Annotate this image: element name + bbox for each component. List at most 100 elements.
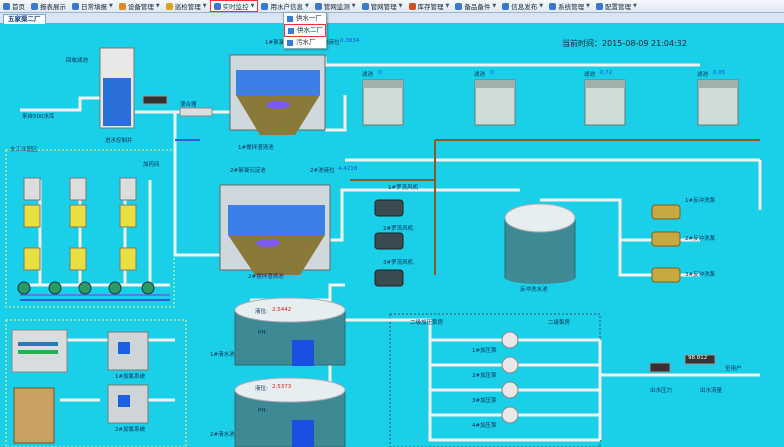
menu-bar: 首页 报表展示 日常填报 ▼ 设备管理 ▼ 巡检管理 ▼ 实时监控 ▼ 用水户信息 ▼ 管网监测 ▼ 管网管… [0, 0, 784, 13]
settling-tank-2 [219, 184, 331, 275]
tank2-level-value: 2.5373 [272, 384, 292, 390]
tank2-level-label: 液位: [255, 386, 268, 392]
chevron-down-icon: ▼ [445, 3, 450, 9]
backwash-pool-label: 反冲洗水池 [520, 287, 548, 293]
dosing-label: 去工业园区 [10, 147, 38, 153]
pressure-meter [649, 362, 671, 373]
menu-label: 信息发布 [511, 3, 538, 11]
tab-plant-2[interactable]: 五家渠二厂 [3, 14, 46, 24]
menu-label: 管网管理 [370, 3, 397, 11]
flow-meter-display [142, 95, 168, 105]
menu-icon [118, 2, 126, 10]
pump2-label: 2#加压泵 [472, 373, 497, 379]
menu-label: 巡检管理 [174, 3, 201, 11]
menu-label: 首页 [12, 3, 25, 11]
menu-item-5[interactable]: 实时监控 ▼ [209, 0, 259, 12]
process-diagram [5, 47, 762, 447]
menu-icon [31, 2, 38, 10]
menu-icon [549, 2, 557, 10]
chevron-down-icon: ▼ [109, 3, 113, 9]
blower1-label: 1#罗茨风机 [388, 185, 419, 191]
filters [362, 79, 739, 126]
menu-item-12[interactable]: 系统管理 ▼ [546, 0, 593, 12]
menu-icon [502, 2, 510, 10]
dropdown-item-0[interactable]: 供水一厂 [284, 13, 326, 24]
chevron-down-icon: ▼ [398, 3, 403, 9]
chevron-down-icon: ▼ [539, 3, 544, 9]
page-icon [288, 27, 294, 34]
chevron-down-icon: ▼ [586, 3, 590, 9]
menu-icon [595, 2, 603, 10]
chevron-down-icon: ▼ [304, 3, 309, 9]
menu-item-7[interactable]: 管网监测 ▼ [312, 0, 359, 12]
menu-label: 库存管理 [417, 3, 444, 11]
tank1-ph-label: PH: [258, 330, 268, 336]
intake-label: 来自500水库 [22, 114, 55, 120]
menu-item-10[interactable]: 备品备件 ▼ [452, 0, 499, 12]
settle2-level-label: 2#池液位 [310, 168, 335, 174]
menu-item-8[interactable]: 管网管理 ▼ [359, 0, 406, 12]
current-time: 当前时间：2015-08-09 21:04:32 [562, 39, 687, 48]
menu-label: 实时监控 [222, 3, 249, 11]
menu-item-4[interactable]: 巡检管理 ▼ [163, 0, 210, 12]
settle1-bottom-label: 1#搅拌澄清池 [238, 145, 274, 151]
mixer-pipe [179, 107, 213, 117]
menu-icon [72, 2, 79, 10]
settle2-bottom-label: 2#搅拌澄清池 [248, 274, 284, 280]
chlorine-cylinder [13, 387, 55, 444]
menu-item-3[interactable]: 设备管理 ▼ [116, 0, 163, 12]
chevron-down-icon: ▼ [250, 3, 255, 9]
menu-label: 系统管理 [558, 3, 585, 11]
menu-item-13[interactable]: 配置管理 ▼ [593, 0, 640, 12]
dropdown-label: 供水二厂 [297, 26, 323, 34]
filter2-label: 滤池 [474, 72, 486, 78]
blower2-label: 2#罗茨风机 [383, 226, 414, 232]
menu-item-1[interactable]: 报表展示 [28, 0, 69, 12]
tab-bar: 五家渠二厂 [0, 13, 784, 24]
filter3-label: 滤池 [584, 72, 596, 78]
to-user-label: 至用户 [725, 366, 742, 372]
bw-pump1-label: 1#反冲洗泵 [685, 198, 716, 204]
dropdown-label: 供水一厂 [296, 14, 322, 22]
settling-tank-1 [229, 54, 326, 135]
dropdown-label: 污水厂 [296, 38, 316, 46]
filter3-value: 0.72 [600, 70, 613, 76]
flow-reading: 98.812 [688, 355, 708, 361]
menu-icon [165, 2, 173, 10]
pump4-label: 4#加压泵 [472, 423, 497, 429]
menu-item-2[interactable]: 日常填报 ▼ [69, 0, 116, 12]
menu-icon [361, 2, 369, 10]
bw-pump3-label: 3#反冲洗泵 [685, 272, 716, 278]
chevron-down-icon: ▼ [351, 3, 356, 9]
roots-blowers [374, 199, 404, 287]
menu-label: 管网监测 [323, 3, 350, 11]
filter1-value: 0 [378, 70, 382, 76]
chevron-down-icon: ▼ [155, 3, 160, 9]
backwash-pool [504, 203, 576, 284]
menu-item-0[interactable]: 首页 [0, 0, 28, 12]
menu-label: 备品备件 [464, 3, 491, 11]
filter4-label: 滤池 [697, 72, 709, 78]
menu-item-11[interactable]: 信息发布 ▼ [499, 0, 546, 12]
outlet-pressure-label: 出水压力 [650, 388, 673, 394]
menu-item-6[interactable]: 用水户信息 ▼ [258, 0, 311, 12]
dropdown-item-2[interactable]: 污水厂 [284, 37, 326, 48]
dropdown-item-1[interactable]: 供水二厂 [284, 24, 326, 37]
pump3-label: 3#加压泵 [472, 398, 497, 404]
dosing-room-label: 加药间 [143, 162, 160, 168]
settle1-level-value: 0.3834 [340, 38, 360, 44]
filter1-label: 滤池 [362, 72, 374, 78]
tank1-label: 1#清水池 [210, 352, 235, 358]
pump-station2-label: 二级泵房 [548, 320, 571, 326]
tank2-ph-label: PH: [258, 408, 268, 414]
menu-icon [213, 2, 221, 10]
menu-label: 配置管理 [604, 3, 631, 11]
chevron-down-icon: ▼ [492, 3, 497, 9]
menu-item-9[interactable]: 库存管理 ▼ [406, 0, 453, 12]
menu-icon [408, 2, 416, 10]
mixer-label: 混合器 [180, 102, 197, 108]
blower3-label: 3#罗茨风机 [383, 260, 414, 266]
filter2-value: 0 [490, 70, 494, 76]
tank1-level-value: 2.5442 [272, 307, 292, 313]
backwash-label: 回收滤池 [66, 58, 89, 64]
